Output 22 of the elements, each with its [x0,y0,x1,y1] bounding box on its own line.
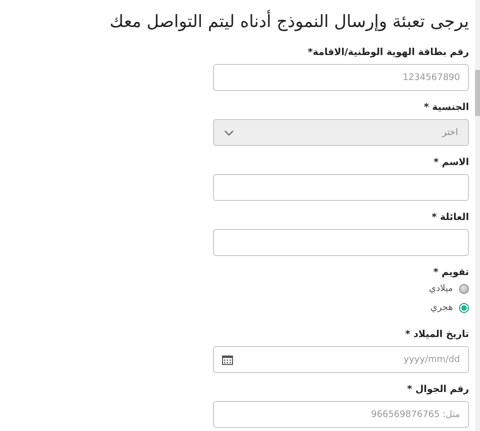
form-title: يرجى تعبئة وإرسال النموذج أدناه ليتم التواصل معك [108,9,469,34]
input-field[interactable]: 1234567890 [213,64,469,91]
field-label: تاريخ الميلاد * [405,329,469,341]
field-label: رقم الجوال * [407,384,469,396]
field-label: رقم بطاقة الهوية الوطنية/الاقامة* [308,47,469,59]
radio-button[interactable] [459,303,469,313]
input-field[interactable] [213,174,469,201]
select-field[interactable]: اختر [213,119,469,146]
scrollbar[interactable] [475,0,480,431]
date-field[interactable]: yyyy/mm/dd [213,346,469,373]
radio-label: هجري [430,303,453,313]
select-value: اختر [442,128,458,138]
field-label: الاسم * [434,157,469,169]
field-label: العائلة * [432,212,469,224]
input-field[interactable]: مثل: 966569876765 [213,401,469,428]
field-label: تقويم * [433,267,469,279]
field-label: الجنسية * [424,102,469,114]
calendar-icon [222,355,233,365]
input-field[interactable] [213,229,469,256]
chevron-down-icon [224,130,234,136]
radio-button[interactable] [459,284,469,294]
radio-label: ميلادي [429,284,453,294]
